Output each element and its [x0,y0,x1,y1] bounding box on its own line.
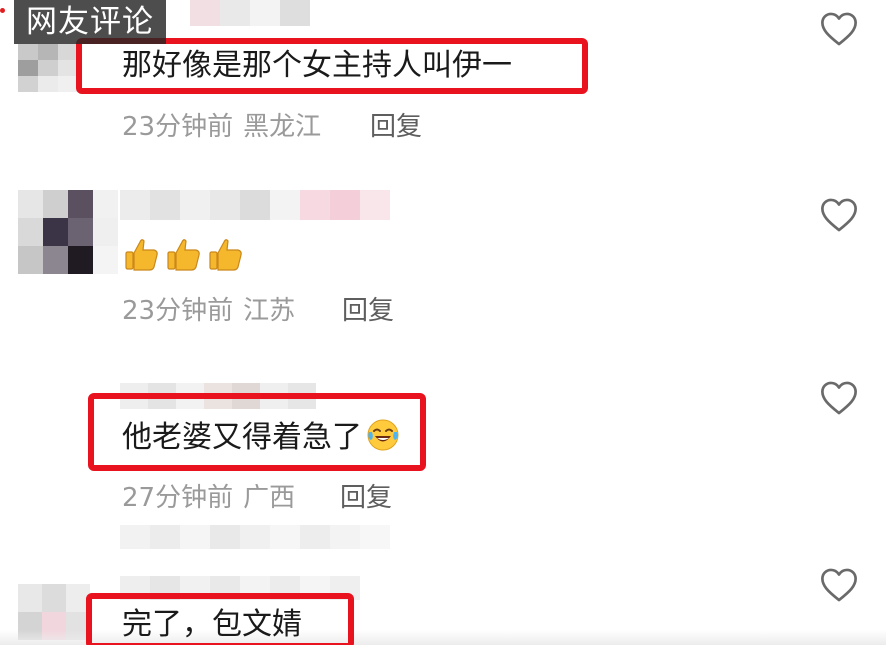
blur-strip-4 [120,525,390,549]
highlight-box-4 [86,593,354,645]
username-blur-2[interactable] [120,190,390,220]
comment-region-3: 广西 [243,483,296,513]
reply-button-2[interactable]: 回复 [342,294,394,328]
comment-time-1: 23分钟前 [122,112,234,142]
comment-meta-2: 23分钟前 江苏 [122,294,295,328]
username-blur-1[interactable] [190,0,310,26]
highlight-box-1 [76,38,588,94]
comment-meta-3: 27分钟前 广西 [122,481,295,515]
comment-region-1: 黑龙江 [243,112,322,142]
comment-page: 网友评论 那好像是那个女主持人叫伊一 23分钟前 黑龙江 回复 23分钟前 江苏… [0,0,886,645]
heart-outline-icon[interactable] [820,11,858,47]
reply-button-3[interactable]: 回复 [340,481,392,515]
watermark-label: 网友评论 [14,0,166,44]
comment-meta-1: 23分钟前 黑龙江 [122,110,321,144]
reply-button-1[interactable]: 回复 [370,110,422,144]
highlight-box-3 [88,393,426,471]
heart-outline-icon[interactable] [820,567,858,603]
heart-outline-icon[interactable] [820,380,858,416]
heart-outline-icon[interactable] [820,197,858,233]
comment-time-3: 27分钟前 [122,483,234,513]
thumbs-up-emoji [124,236,248,285]
thumbs-up-icon [125,239,242,271]
avatar-2[interactable] [18,190,118,274]
comment-time-2: 23分钟前 [122,296,234,326]
avatar-1[interactable] [18,44,78,92]
red-dot-marker [0,8,5,13]
comment-region-2: 江苏 [243,296,296,326]
